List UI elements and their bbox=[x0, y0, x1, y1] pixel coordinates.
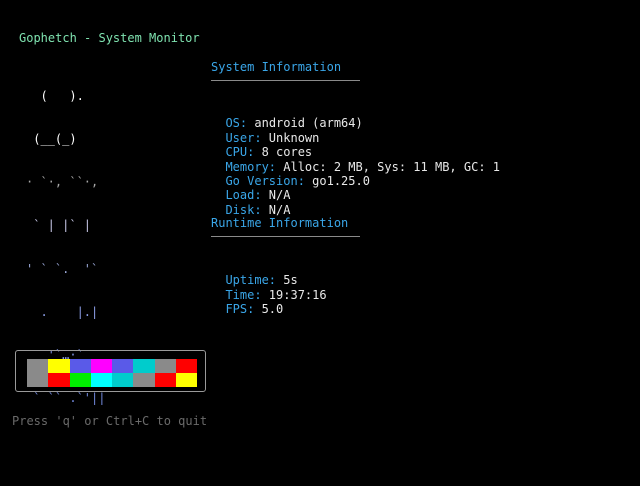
color-swatch bbox=[112, 359, 134, 373]
color-swatch bbox=[154, 359, 176, 373]
system-info-divider bbox=[211, 80, 360, 81]
fps-label: FPS: bbox=[225, 302, 255, 317]
ascii-art-line: . |.| bbox=[26, 304, 99, 319]
color-swatch bbox=[133, 373, 155, 387]
color-swatch bbox=[90, 359, 112, 373]
color-swatch bbox=[133, 359, 155, 373]
disk-row: Disk: N/A bbox=[211, 188, 290, 217]
palette-row-bottom bbox=[27, 373, 197, 387]
ascii-art-line: (__(_) bbox=[26, 132, 77, 147]
color-swatch bbox=[112, 373, 134, 387]
color-swatch bbox=[69, 373, 91, 387]
color-swatch bbox=[175, 359, 197, 373]
color-swatch bbox=[27, 373, 49, 387]
app-title: Gophetch - System Monitor bbox=[19, 31, 200, 45]
color-swatch bbox=[154, 373, 176, 387]
color-swatch bbox=[69, 359, 91, 373]
ascii-art-line: ' ` `. '` bbox=[26, 261, 99, 276]
ascii-art-line: · `·, ``·, bbox=[26, 175, 99, 190]
quit-hint: Press 'q' or Ctrl+C to quit bbox=[12, 414, 208, 428]
ascii-art-line: ` | |` | bbox=[26, 218, 92, 233]
color-swatch bbox=[27, 359, 49, 373]
go-version-value: go1.25.0 bbox=[304, 174, 370, 188]
color-swatch bbox=[48, 373, 70, 387]
color-swatch bbox=[175, 373, 197, 387]
palette-row-top bbox=[27, 359, 197, 373]
runtime-info-heading: Runtime Information bbox=[211, 216, 349, 230]
fps-value: 5.0 bbox=[254, 302, 284, 317]
color-palette-box bbox=[15, 350, 206, 392]
runtime-info-divider bbox=[211, 236, 360, 237]
fps-row: FPS: 5.0 bbox=[211, 288, 283, 317]
ascii-art-line: ( ). bbox=[26, 88, 84, 103]
system-info-heading: System Information bbox=[211, 60, 342, 74]
ascii-art-line: ` `` .`'|| bbox=[26, 391, 106, 406]
disk-label: Disk: bbox=[225, 202, 262, 217]
color-swatch bbox=[90, 373, 112, 387]
disk-value: N/A bbox=[261, 202, 291, 217]
color-swatch bbox=[48, 359, 70, 373]
